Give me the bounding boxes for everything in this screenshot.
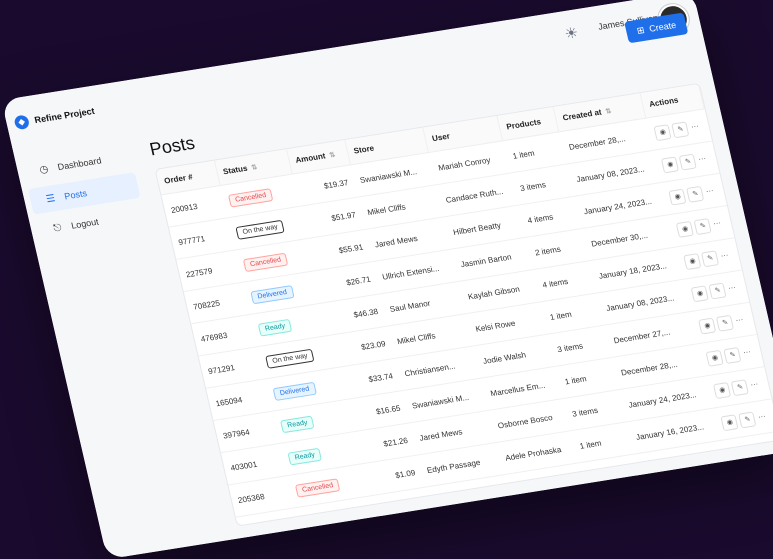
eye-icon[interactable]: ◉	[683, 252, 702, 270]
status-badge: On the way	[235, 219, 286, 240]
eye-icon[interactable]: ◉	[690, 284, 710, 302]
status-badge: Cancelled	[242, 252, 289, 272]
refine-logo-icon: ◆	[13, 114, 31, 131]
eye-icon[interactable]: ◉	[653, 123, 672, 141]
stage: ☀ James Sullivan ◆ Refine Project ◷ Dash…	[0, 0, 773, 559]
app-window: ☀ James Sullivan ◆ Refine Project ◷ Dash…	[1, 0, 773, 559]
edit-icon[interactable]: ✎	[678, 153, 698, 171]
sun-icon[interactable]: ☀	[560, 23, 584, 46]
eye-icon[interactable]: ◉	[661, 155, 680, 173]
edit-icon[interactable]: ✎	[731, 378, 750, 396]
eye-icon[interactable]: ◉	[698, 317, 717, 335]
status-badge: Cancelled	[294, 477, 341, 498]
eye-icon[interactable]: ◉	[713, 381, 732, 399]
eye-icon[interactable]: ◉	[720, 413, 739, 431]
status-badge: Ready	[279, 415, 315, 433]
dashboard-icon: ◷	[38, 163, 50, 176]
sort-icon[interactable]: ⇅	[251, 164, 258, 172]
edit-icon[interactable]: ✎	[716, 314, 735, 332]
edit-icon[interactable]: ✎	[708, 281, 727, 299]
status-badge: Ready	[287, 447, 323, 465]
edit-icon[interactable]: ✎	[723, 346, 742, 364]
list-icon: ☰	[45, 192, 57, 205]
status-badge: On the way	[265, 348, 315, 369]
status-badge: Delivered	[250, 284, 295, 304]
posts-table: Order # Status ⇅ Amount ⇅ Store User Produ…	[155, 83, 773, 518]
sort-icon[interactable]: ⇅	[605, 108, 612, 116]
edit-icon[interactable]: ✎	[738, 410, 757, 428]
edit-icon[interactable]: ✎	[671, 120, 690, 138]
status-badge: Delivered	[272, 381, 317, 401]
sort-icon[interactable]: ⇅	[329, 152, 336, 160]
edit-icon[interactable]: ✎	[693, 217, 713, 235]
posts-table-card: Order # Status ⇅ Amount ⇅ Store User Produ…	[154, 82, 773, 527]
eye-icon[interactable]: ◉	[676, 220, 695, 238]
edit-icon[interactable]: ✎	[701, 249, 720, 267]
status-badge: Cancelled	[227, 187, 274, 208]
plus-square-icon: ⊞	[635, 24, 646, 36]
page-title: Posts	[147, 132, 197, 160]
sidebar-item-label: Logout	[70, 216, 100, 231]
logout-icon: ⎋	[52, 222, 63, 235]
eye-icon[interactable]: ◉	[705, 349, 725, 367]
main-content: ⊞ Create Posts Order # Status⇅ Amount⇅	[130, 12, 773, 541]
edit-icon[interactable]: ✎	[686, 185, 705, 203]
status-badge: Ready	[257, 318, 293, 337]
sidebar-item-label: Dashboard	[56, 155, 103, 173]
sidebar-item-label: Posts	[63, 188, 88, 202]
eye-icon[interactable]: ◉	[668, 188, 687, 206]
